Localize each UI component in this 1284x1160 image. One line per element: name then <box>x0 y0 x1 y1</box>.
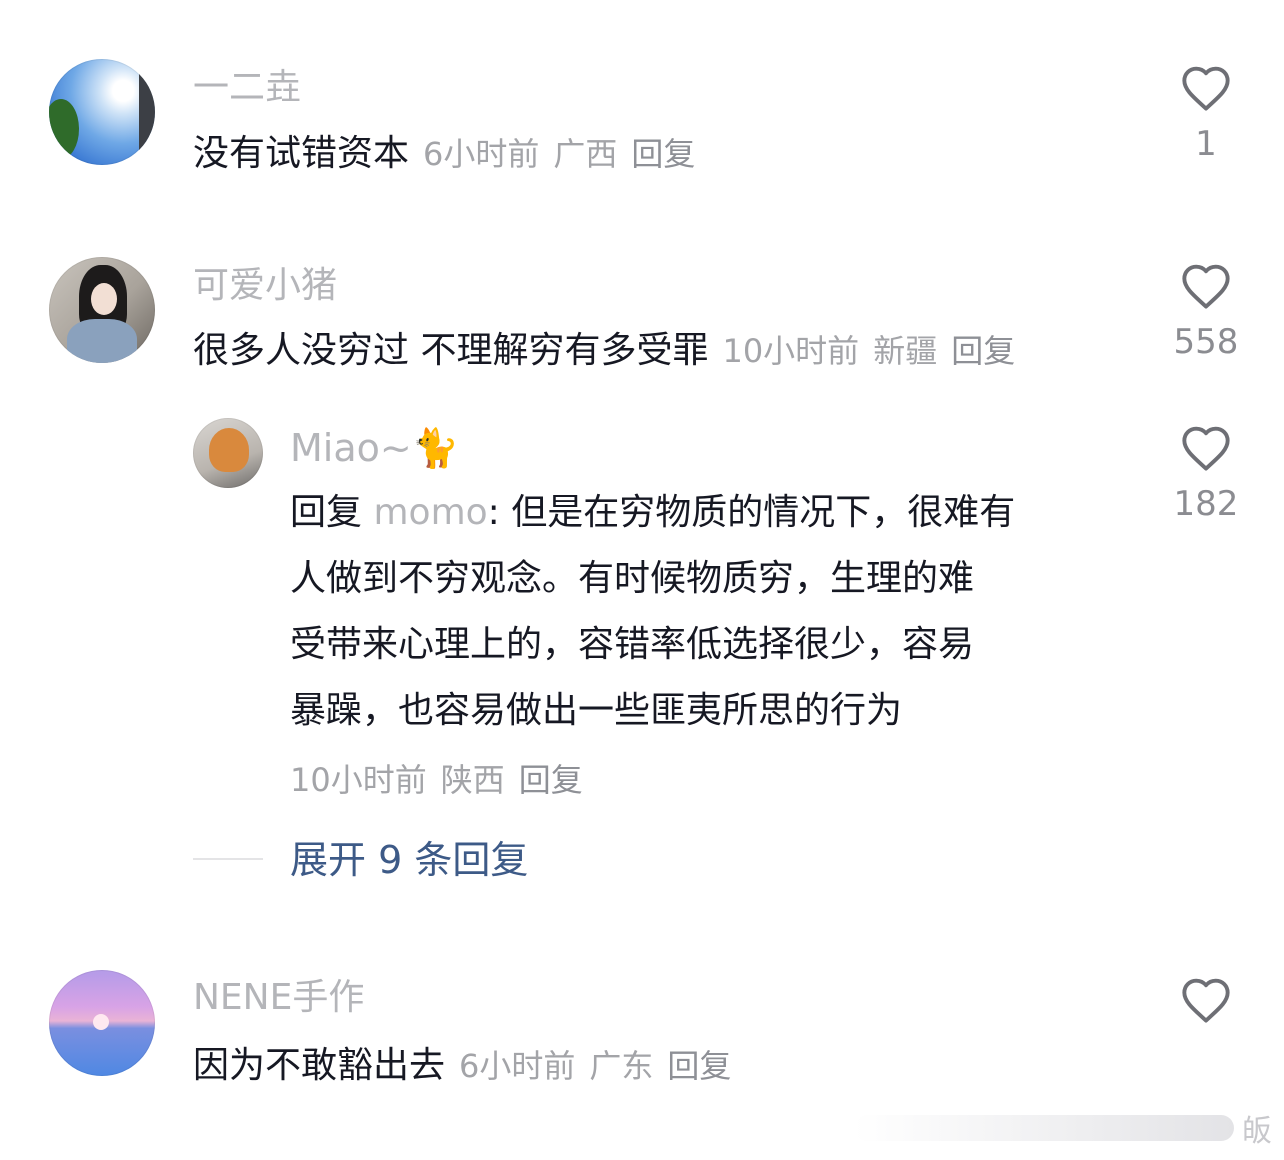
comment-location: 新疆 <box>873 332 938 370</box>
commenter-3-username[interactable]: NENE手作 <box>193 976 364 1020</box>
avatar-sub-reply[interactable] <box>193 418 263 488</box>
heart-outline-icon <box>1182 66 1230 111</box>
comment-time: 6小时前 <box>423 135 540 173</box>
commenter-1-content: 没有试错资本 6小时前 广西 回复 <box>193 130 695 178</box>
comment-time: 10小时前 <box>722 332 860 370</box>
heart-outline-icon <box>1182 978 1230 1023</box>
like-count: 1 <box>1195 124 1217 164</box>
avatar-building <box>139 69 155 165</box>
comment-text: 因为不敢豁出去 <box>193 1045 446 1086</box>
watermark: 皈 <box>854 1108 1272 1149</box>
commenter-1-username[interactable]: 一二垚 <box>193 66 301 110</box>
avatar-commenter-2[interactable] <box>49 257 155 363</box>
expand-replies-button[interactable]: 展开 9 条回复 <box>290 836 528 884</box>
comment-location: 广东 <box>589 1047 654 1085</box>
avatar-commenter-3[interactable] <box>49 970 155 1076</box>
watermark-text: 皈 <box>1242 1114 1272 1149</box>
avatar-sun <box>93 1014 109 1030</box>
reply-button[interactable]: 回复 <box>667 1047 731 1085</box>
comment-text: 很多人没穷过 不理解穷有多受罪 <box>193 330 709 371</box>
reply-prefix: 回复 <box>290 492 363 533</box>
sub-reply-line-3: 受带来心理上的，容错率低选择很少，容易 <box>290 624 975 665</box>
sub-reply-meta: 10小时前 陕西 回复 <box>290 758 597 802</box>
avatar-cat <box>209 428 249 472</box>
comment-text: 没有试错资本 <box>193 133 410 174</box>
sub-reply-reply-button[interactable]: 回复 <box>519 761 583 799</box>
comment-time: 6小时前 <box>459 1047 576 1085</box>
heart-outline-icon <box>1182 264 1230 309</box>
avatar-tree <box>49 99 79 159</box>
like-button-sub-reply[interactable]: 182 <box>1151 424 1261 524</box>
like-count: 182 <box>1173 484 1239 524</box>
sub-reply-line-4: 暴躁，也容易做出一些匪夷所思的行为 <box>290 690 903 731</box>
commenter-2-username[interactable]: 可爱小猪 <box>193 264 337 308</box>
watermark-bar <box>854 1115 1234 1141</box>
reply-button[interactable]: 回复 <box>631 135 695 173</box>
avatar-commenter-1[interactable] <box>49 59 155 165</box>
sub-reply-text-1: : 但是在穷物质的情况下，很难有 <box>487 492 1016 533</box>
avatar-face <box>91 283 117 315</box>
sub-reply-line-2: 人做到不穷观念。有时候物质穷，生理的难 <box>290 558 975 599</box>
like-count: 558 <box>1173 322 1239 362</box>
sub-reply-time: 10小时前 <box>290 761 427 799</box>
sub-reply-line-1: 回复 momo: 但是在穷物质的情况下，很难有 <box>290 480 1120 546</box>
comment-location: 广西 <box>553 135 618 173</box>
sub-reply-username[interactable]: Miao~🐈 <box>290 426 459 470</box>
sub-reply-content: 回复 momo: 但是在穷物质的情况下，很难有 人做到不穷观念。有时候物质穷，生… <box>290 480 1120 744</box>
expand-divider <box>193 858 263 860</box>
heart-outline-icon <box>1182 426 1230 471</box>
commenter-2-content: 很多人没穷过 不理解穷有多受罪 10小时前 新疆 回复 <box>193 327 1015 375</box>
commenter-3-content: 因为不敢豁出去 6小时前 广东 回复 <box>193 1042 731 1090</box>
reply-button[interactable]: 回复 <box>951 332 1015 370</box>
avatar-body <box>67 319 137 363</box>
mention-link[interactable]: momo <box>373 492 487 533</box>
like-button-2[interactable]: 558 <box>1151 262 1261 362</box>
like-button-3[interactable] <box>1151 976 1261 1024</box>
sub-reply-location: 陕西 <box>440 761 505 799</box>
like-button-1[interactable]: 1 <box>1151 64 1261 164</box>
